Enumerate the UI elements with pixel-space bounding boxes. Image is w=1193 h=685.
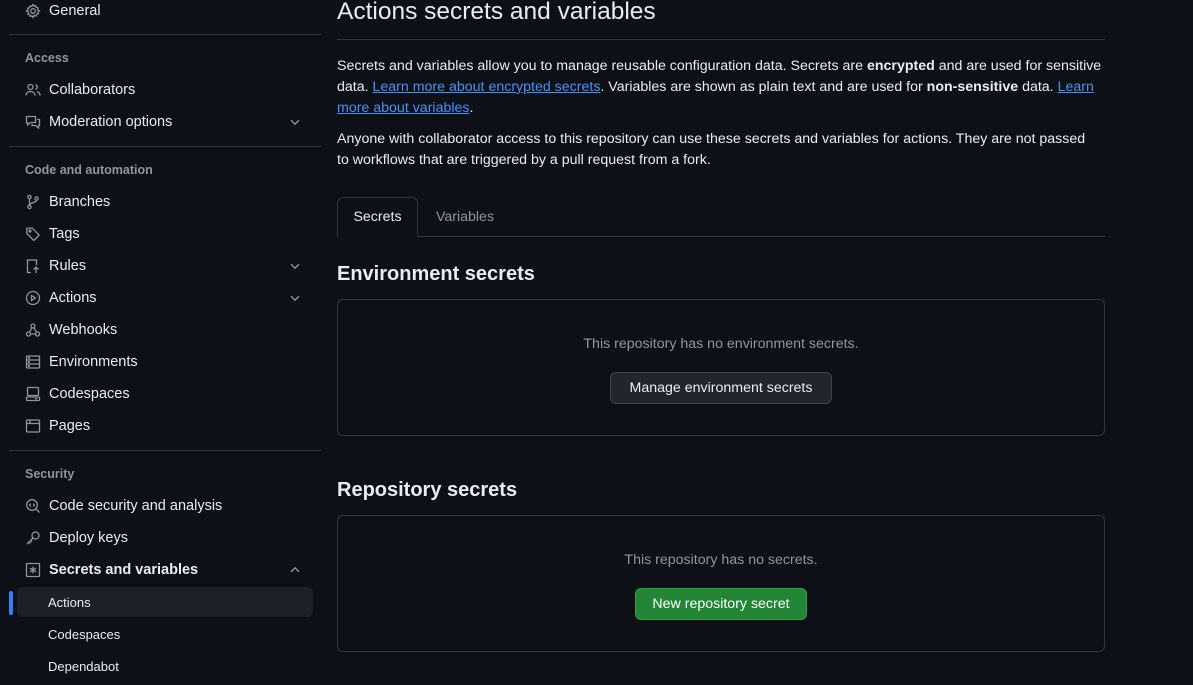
sidebar-item-label: Moderation options <box>49 114 173 130</box>
sidebar-item-webhooks[interactable]: Webhooks <box>17 315 313 345</box>
tag-icon <box>25 226 41 242</box>
sidebar-divider <box>9 34 321 35</box>
sidebar-item-label: Code security and analysis <box>49 498 223 514</box>
webhook-icon <box>25 322 41 338</box>
sidebar-item-code-security[interactable]: Code security and analysis <box>17 491 313 521</box>
server-icon <box>25 354 41 370</box>
play-icon <box>25 290 41 306</box>
gear-icon <box>25 3 41 19</box>
sidebar-subitem-codespaces[interactable]: Codespaces <box>17 619 313 649</box>
section-title-security: Security <box>25 467 75 481</box>
chevron-down-icon <box>287 290 303 306</box>
sidebar-item-rules[interactable]: Rules <box>17 251 313 281</box>
section-title-access: Access <box>25 51 69 65</box>
intro-text: data. <box>1018 79 1058 95</box>
sidebar-subitem-dependabot[interactable]: Dependabot <box>17 651 313 681</box>
sidebar-divider <box>9 146 321 147</box>
environment-secrets-panel: This repository has no environment secre… <box>337 299 1105 436</box>
intro-text: Secrets and variables allow you to manag… <box>337 58 867 74</box>
tab-bar: Secrets Variables <box>337 197 1105 237</box>
title-divider <box>337 39 1105 40</box>
chevron-down-icon <box>287 258 303 274</box>
git-branch-icon <box>25 194 41 210</box>
sidebar-item-label: Codespaces <box>49 386 130 402</box>
collaborator-note: Anyone with collaborator access to this … <box>337 131 1086 168</box>
sidebar-item-label: Actions <box>49 290 97 306</box>
sidebar-subitem-label: Dependabot <box>48 658 119 674</box>
manage-environment-secrets-button[interactable]: Manage environment secrets <box>610 372 832 404</box>
environment-secrets-heading: Environment secrets <box>337 263 535 285</box>
tab-variables[interactable]: Variables <box>419 197 511 237</box>
sidebar-item-label: Branches <box>49 194 111 210</box>
learn-encrypted-secrets-link[interactable]: Learn more about encrypted secrets <box>373 79 601 95</box>
sidebar-divider <box>9 450 321 451</box>
sidebar-item-label: General <box>49 3 101 19</box>
codescan-icon <box>25 498 41 514</box>
sidebar-item-collaborators[interactable]: Collaborators <box>17 75 313 105</box>
sidebar-item-label: Webhooks <box>49 322 118 338</box>
sidebar-item-label: Environments <box>49 354 138 370</box>
page-title: Actions secrets and variables <box>337 0 656 25</box>
tab-secrets[interactable]: Secrets <box>337 197 418 237</box>
sidebar-item-moderation-options[interactable]: Moderation options <box>17 107 313 137</box>
sidebar-item-pages[interactable]: Pages <box>17 411 313 441</box>
sidebar-subitem-label: Actions <box>48 594 91 610</box>
sidebar-item-actions[interactable]: Actions <box>17 283 313 313</box>
repository-secrets-panel: This repository has no secrets. New repo… <box>337 515 1105 652</box>
sidebar-item-label: Tags <box>49 226 80 242</box>
sidebar-item-label: Rules <box>49 258 87 274</box>
sidebar-subitem-actions[interactable]: Actions <box>17 587 313 617</box>
selected-indicator <box>9 591 13 615</box>
key-asterisk-icon <box>25 562 41 578</box>
section-title-code-automation: Code and automation <box>25 163 153 177</box>
browser-icon <box>25 418 41 434</box>
intro-paragraph: Secrets and variables allow you to manag… <box>337 56 1112 119</box>
intro-bold-encrypted: encrypted <box>866 58 935 74</box>
intro-text: . <box>469 100 474 116</box>
sidebar-item-label: Secrets and variables <box>49 562 199 578</box>
repo-push-icon <box>25 258 41 274</box>
sidebar-item-deploy-keys[interactable]: Deploy keys <box>17 523 313 553</box>
intro-bold-non-sensitive: non-sensitive <box>926 79 1019 95</box>
repository-secrets-heading: Repository secrets <box>337 479 518 501</box>
comment-discussion-icon <box>25 114 41 130</box>
sidebar-item-tags[interactable]: Tags <box>17 219 313 249</box>
chevron-up-icon <box>287 562 303 578</box>
sidebar-item-label: Deploy keys <box>49 530 128 546</box>
sidebar-item-environments[interactable]: Environments <box>17 347 313 377</box>
settings-sidebar: General Access Collaborators Moderation … <box>0 0 321 685</box>
environment-secrets-empty-message: This repository has no environment secre… <box>583 336 859 352</box>
key-icon <box>25 530 41 546</box>
sidebar-item-label: Collaborators <box>49 82 136 98</box>
sidebar-item-label: Pages <box>49 418 91 434</box>
sidebar-item-codespaces[interactable]: Codespaces <box>17 379 313 409</box>
people-icon <box>25 82 41 98</box>
repository-secrets-empty-message: This repository has no secrets. <box>624 552 818 568</box>
sidebar-subitem-label: Codespaces <box>48 626 121 642</box>
intro-text: . Variables are shown as plain text and … <box>600 79 927 95</box>
sidebar-item-branches[interactable]: Branches <box>17 187 313 217</box>
sidebar-item-secrets-and-variables[interactable]: Secrets and variables <box>17 555 313 585</box>
chevron-down-icon <box>287 114 303 130</box>
new-repository-secret-button[interactable]: New repository secret <box>635 588 807 620</box>
sidebar-item-general[interactable]: General <box>17 0 313 26</box>
codespaces-icon <box>25 386 41 402</box>
